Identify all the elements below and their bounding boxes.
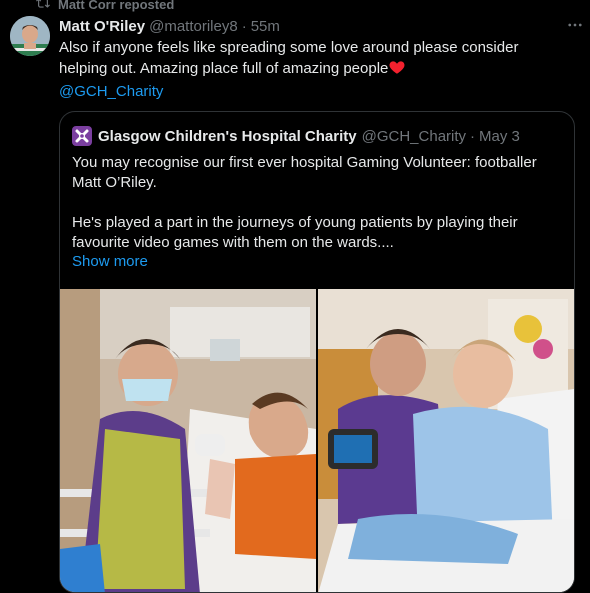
separator-dot: ·: [241, 17, 247, 35]
quote-paragraph-1: You may recognise our first ever hospita…: [72, 154, 537, 191]
repost-icon: [36, 0, 50, 13]
photo-right[interactable]: [318, 289, 574, 592]
photo-left[interactable]: [60, 289, 316, 592]
quote-author-handle: @GCH_Charity: [361, 127, 467, 145]
tweet-body: Also if anyone feels like spreading some…: [59, 38, 569, 102]
charity-logo-icon: [72, 126, 92, 146]
quote-date: May 3: [479, 127, 520, 145]
media-grid: [60, 289, 574, 592]
tweet-text: Also if anyone feels like spreading some…: [59, 39, 519, 77]
mention-link[interactable]: @GCH_Charity: [59, 82, 569, 102]
tweet-header: Matt O'Riley @mattoriley8 · 55m: [59, 16, 578, 36]
quoted-tweet[interactable]: Glasgow Children's Hospital Charity @GCH…: [59, 111, 575, 593]
author-name[interactable]: Matt O'Riley: [59, 18, 145, 35]
author-avatar[interactable]: [10, 16, 50, 56]
repost-label: Matt Corr reposted: [58, 0, 175, 12]
red-heart-icon: [388, 58, 406, 82]
author-handle[interactable]: @mattoriley8: [149, 18, 238, 35]
repost-indicator[interactable]: Matt Corr reposted: [36, 0, 174, 12]
quote-paragraph-2: He's played a part in the journeys of yo…: [72, 214, 518, 251]
tweet-time[interactable]: 55m: [251, 18, 280, 35]
show-more-link[interactable]: Show more: [72, 253, 148, 270]
quote-header: Glasgow Children's Hospital Charity @GCH…: [72, 126, 562, 146]
more-icon[interactable]: [564, 14, 586, 36]
separator-dot: ·: [470, 127, 476, 145]
quote-author-name: Glasgow Children's Hospital Charity: [98, 127, 357, 145]
